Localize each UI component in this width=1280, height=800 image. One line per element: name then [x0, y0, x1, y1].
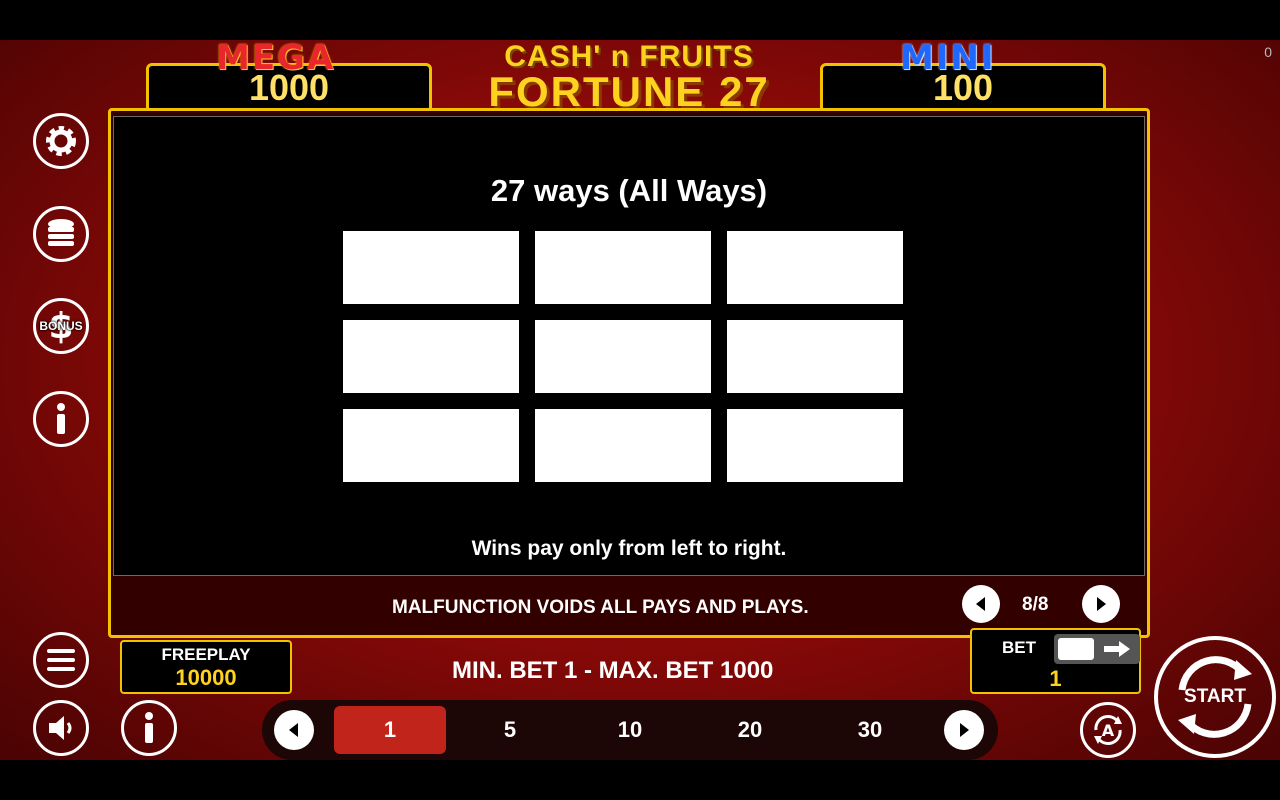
ways-cell — [535, 320, 711, 393]
bonus-icon-text: BONUS — [39, 319, 83, 333]
bet-option[interactable]: 5 — [454, 706, 566, 754]
bet-option[interactable]: 30 — [814, 706, 926, 754]
game-logo: CASH' n FRUITS FORTUNE 27 — [474, 40, 784, 116]
sound-button[interactable] — [33, 700, 89, 756]
ways-cell — [727, 231, 903, 304]
chevron-right-icon — [1097, 597, 1106, 611]
autoplay-button[interactable]: A — [1080, 702, 1136, 758]
freeplay-value: 10000 — [175, 665, 237, 690]
start-button[interactable]: START — [1154, 636, 1276, 758]
bet-value: 1 — [1049, 666, 1062, 691]
bet-prev-button[interactable] — [274, 710, 314, 750]
chevron-left-icon — [976, 597, 985, 611]
menu-button[interactable] — [33, 632, 89, 688]
bet-toggle-knob — [1058, 638, 1094, 660]
bet-toggle[interactable] — [1054, 634, 1140, 664]
gear-icon — [46, 126, 76, 156]
corner-counter: 0 — [1264, 44, 1272, 60]
ways-cell — [343, 231, 519, 304]
freeplay-box: FREEPLAY 10000 — [120, 640, 292, 694]
ways-cell — [343, 409, 519, 482]
bet-option[interactable]: 10 — [574, 706, 686, 754]
chevron-right-icon — [960, 723, 969, 737]
malfunction-notice: MALFUNCTION VOIDS ALL PAYS AND PLAYS. — [392, 597, 809, 618]
svg-text:A: A — [1102, 721, 1115, 740]
info-button[interactable] — [33, 391, 89, 447]
start-label: START — [1184, 686, 1246, 707]
ways-cell — [727, 320, 903, 393]
ways-cell — [727, 409, 903, 482]
coins-icon — [48, 219, 74, 246]
bet-next-button[interactable] — [944, 710, 984, 750]
autoplay-icon: A — [1094, 715, 1122, 745]
ways-grid — [343, 231, 903, 482]
arrow-right-icon — [1104, 641, 1130, 657]
coins-button[interactable] — [33, 206, 89, 262]
bet-range-text: MIN. BET 1 - MAX. BET 1000 — [452, 657, 774, 684]
bet-option[interactable]: 20 — [694, 706, 806, 754]
ways-cell — [535, 409, 711, 482]
info-icon — [145, 712, 153, 743]
info-title: 27 ways (All Ways) — [490, 173, 768, 208]
hamburger-menu-icon — [47, 649, 75, 671]
paytable-info-panel: 27 ways (All Ways) Wins pay only from le… — [113, 116, 1145, 576]
mini-jackpot-label: MINI — [900, 40, 996, 78]
bonus-button[interactable]: $ BONUS — [33, 298, 89, 354]
bet-selector: 1 5 10 20 30 — [262, 700, 998, 760]
speaker-icon — [49, 716, 72, 740]
next-page-button[interactable] — [1082, 585, 1120, 623]
ways-cell — [535, 231, 711, 304]
settings-button[interactable] — [33, 113, 89, 169]
chevron-left-icon — [289, 723, 298, 737]
bet-option[interactable]: 1 — [334, 706, 446, 754]
bet-box: BET 1 — [970, 628, 1141, 694]
info-icon — [57, 403, 65, 434]
ways-cell — [343, 320, 519, 393]
info-footer: Wins pay only from left to right. — [471, 537, 787, 560]
previous-page-button[interactable] — [962, 585, 1000, 623]
mega-jackpot-label: MEGA — [216, 40, 336, 78]
game-info-button[interactable] — [121, 700, 177, 756]
bet-label: BET — [1002, 638, 1036, 657]
game-screen: 0 1000 MEGA CASH' n FRUITS FORTUNE 27 10… — [0, 40, 1280, 760]
freeplay-label: FREEPLAY — [161, 645, 251, 664]
page-indicator: 8/8 — [1022, 594, 1049, 615]
